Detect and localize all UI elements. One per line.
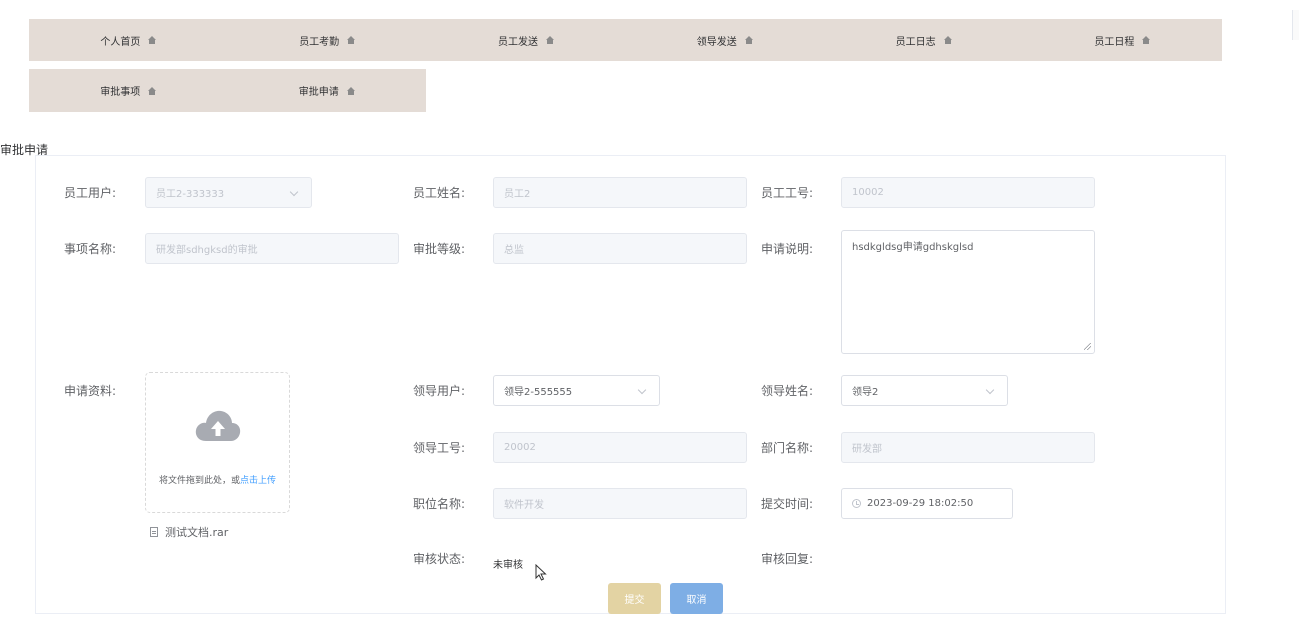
home-icon [943, 36, 952, 44]
top-nav: 个人首页 员工考勤 员工发送 领导发送 员工日志 员工日程 [29, 19, 1222, 61]
upload-hint: 将文件拖到此处，或点击上传 [158, 476, 277, 486]
clock-icon [852, 499, 861, 508]
cancel-button[interactable]: 取消 [670, 583, 723, 614]
review-status-value: 未审核 [493, 560, 523, 571]
leader-no-field[interactable]: 20002 [493, 432, 747, 463]
document-icon [150, 527, 158, 537]
scrollbar[interactable] [1292, 10, 1299, 40]
submit-time-label: 提交时间: [761, 497, 814, 511]
employee-no-field[interactable]: 10002 [841, 177, 1095, 208]
home-icon [545, 36, 554, 44]
materials-label: 申请资料: [64, 384, 117, 398]
position-name-label: 职位名称: [413, 497, 466, 511]
resize-handle-icon[interactable] [1084, 343, 1091, 350]
nav-item-employee-schedule[interactable]: 员工日程 [1023, 19, 1222, 61]
employee-name-field[interactable]: 员工2 [493, 177, 747, 208]
application-desc-textarea[interactable]: hsdkgldsg申请gdhskglsd [841, 230, 1095, 354]
employee-no-label: 员工工号: [761, 186, 814, 200]
application-desc-label: 申请说明: [761, 242, 814, 256]
submit-button[interactable]: 提交 [608, 583, 661, 614]
review-status-label: 审核状态: [413, 552, 466, 566]
item-name-field[interactable]: 研发部sdhgksd的审批 [145, 233, 399, 264]
employee-user-label: 员工用户: [64, 186, 117, 200]
click-upload-link[interactable]: 点击上传 [240, 476, 276, 486]
nav-item-approval-apply[interactable]: 审批申请 [228, 69, 427, 112]
dept-name-field[interactable]: 研发部 [841, 432, 1095, 463]
chevron-down-icon [637, 385, 647, 395]
chevron-down-icon [985, 385, 995, 395]
position-name-field[interactable]: 软件开发 [493, 488, 747, 519]
home-icon [744, 36, 753, 44]
leader-no-label: 领导工号: [413, 441, 466, 455]
employee-name-label: 员工姓名: [413, 186, 466, 200]
leader-user-label: 领导用户: [413, 384, 466, 398]
nav-item-personal-home[interactable]: 个人首页 [29, 19, 228, 61]
home-icon [347, 36, 356, 44]
leader-name-select[interactable]: 领导2 [841, 375, 1008, 406]
nav-item-employee-log[interactable]: 员工日志 [824, 19, 1023, 61]
home-icon [346, 86, 355, 95]
dept-name-label: 部门名称: [761, 441, 814, 455]
home-icon [148, 86, 157, 95]
nav-item-attendance[interactable]: 员工考勤 [228, 19, 427, 61]
submit-time-picker[interactable]: 2023-09-29 18:02:50 [841, 488, 1013, 519]
nav-item-employee-send[interactable]: 员工发送 [427, 19, 626, 61]
uploaded-file[interactable]: 测试文档.rar [150, 524, 228, 540]
chevron-down-icon [289, 187, 299, 197]
leader-user-select[interactable]: 领导2-555555 [493, 375, 660, 406]
approval-level-field[interactable]: 总监 [493, 233, 747, 264]
cloud-upload-icon [195, 410, 240, 441]
home-icon [1142, 36, 1151, 44]
home-icon [148, 36, 157, 44]
review-reply-label: 审核回复: [761, 552, 814, 566]
leader-name-label: 领导姓名: [761, 384, 814, 398]
nav-item-approval-items[interactable]: 审批事项 [29, 69, 228, 112]
mouse-cursor-icon [535, 564, 547, 581]
item-name-label: 事项名称: [64, 242, 117, 256]
approval-level-label: 审批等级: [413, 242, 466, 256]
sub-nav: 审批事项 审批申请 [29, 69, 426, 112]
employee-user-select[interactable]: 员工2-333333 [145, 177, 312, 208]
nav-item-leader-send[interactable]: 领导发送 [625, 19, 824, 61]
upload-dropzone[interactable]: 将文件拖到此处，或点击上传 [145, 372, 290, 513]
